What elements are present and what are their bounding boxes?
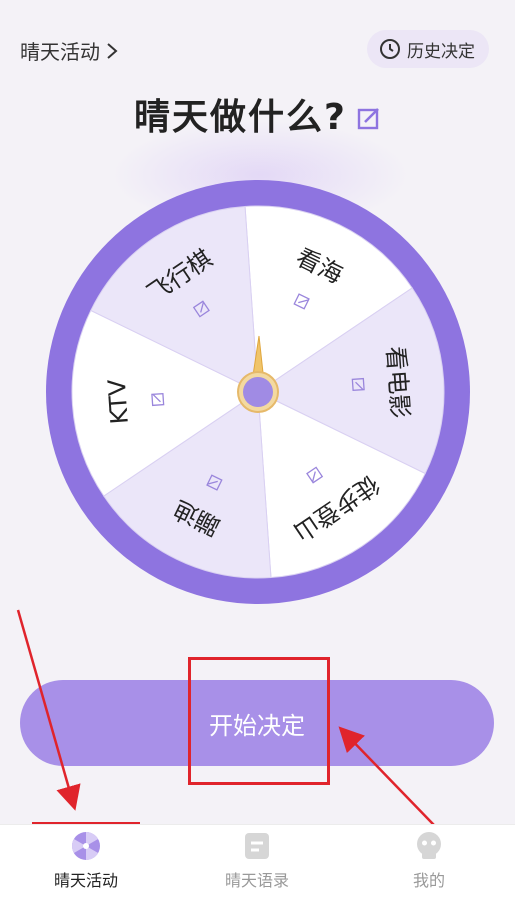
decision-wheel[interactable]: 看海 看电影 徒步登山 蹦迪 KTV 飞行棋 — [46, 180, 470, 604]
tab-bar: 晴天活动 晴天语录 我的 — [0, 824, 515, 897]
chevron-right-icon — [107, 42, 118, 59]
wheel-segment-label: 看电影 — [381, 345, 414, 419]
tab-profile-label: 我的 — [412, 871, 445, 890]
title-row: 晴天做什么? — [0, 84, 515, 144]
tab-activities-label: 晴天活动 — [53, 871, 118, 890]
wheel-segment-label: KTV — [103, 378, 134, 425]
activity-link[interactable]: 晴天活动 — [20, 36, 118, 65]
tab-activities[interactable]: 晴天活动 — [26, 825, 146, 897]
edit-title-icon[interactable] — [357, 106, 381, 130]
clock-icon — [380, 39, 400, 59]
annotation-box-start — [188, 657, 330, 785]
history-button-label: 历史决定 — [407, 41, 475, 62]
tab-quotes-label: 晴天语录 — [224, 871, 289, 890]
profile-icon — [417, 832, 441, 859]
history-button[interactable]: 历史决定 — [367, 30, 489, 68]
activity-link-label: 晴天活动 — [20, 40, 100, 64]
tab-quotes[interactable]: 晴天语录 — [197, 825, 317, 897]
tab-profile[interactable]: 我的 — [369, 825, 489, 897]
wheel-svg: 看海看电影徒步登山蹦迪KTV飞行棋 — [46, 180, 470, 604]
wheel-icon — [72, 832, 100, 860]
wheel-hub[interactable] — [243, 377, 273, 407]
page-title: 晴天做什么? — [134, 97, 347, 138]
note-icon — [245, 833, 269, 859]
